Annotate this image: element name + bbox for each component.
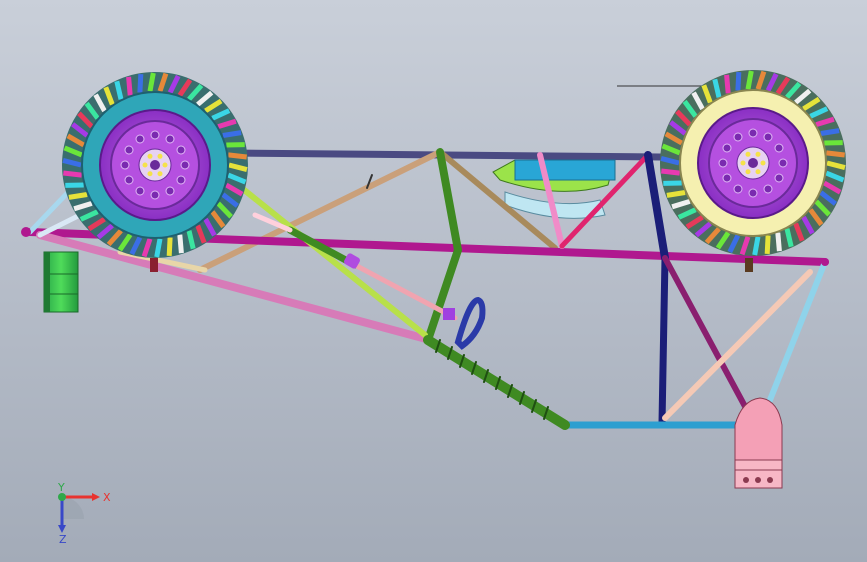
navy-lower-post[interactable] (658, 254, 669, 427)
lug-nut (740, 160, 746, 166)
rim-hole (120, 160, 130, 170)
front-wheel-icon[interactable] (62, 72, 248, 258)
floor-green-tube[interactable] (423, 335, 570, 430)
rim-hole (722, 173, 732, 183)
rear-node (821, 258, 829, 266)
tire-tread-block (222, 130, 242, 138)
rim-hole (722, 143, 732, 153)
rim-hole (763, 184, 773, 194)
tire-tread-block (147, 72, 156, 92)
lug-nut (147, 171, 153, 177)
rim-hole (778, 158, 788, 168)
rim-hole (135, 134, 145, 144)
rim-hole (718, 158, 728, 168)
lug-nut (745, 151, 751, 157)
rim-hole (733, 132, 743, 142)
tire-tread-block (126, 76, 133, 96)
lug-nut (157, 171, 163, 177)
tire-tread-block (228, 152, 247, 160)
lug-nut (147, 153, 153, 159)
lug-nut (760, 160, 766, 166)
y-axis-label: Y (57, 481, 65, 494)
tire-tread-block (166, 237, 173, 257)
tire-tread-block (666, 190, 686, 198)
lug-nut (142, 162, 148, 168)
rim-hole (774, 173, 784, 183)
rim-hole (774, 143, 784, 153)
rim-hole (180, 160, 190, 170)
rear-wheel-icon[interactable] (660, 70, 846, 256)
tire-tread-block (63, 170, 82, 178)
rim-hole (176, 175, 186, 185)
rim-hole (165, 186, 175, 196)
lug-nut (745, 169, 751, 175)
lug-nut (755, 169, 761, 175)
lug-nut (162, 162, 168, 168)
lug-nut (755, 151, 761, 157)
rim-hole (124, 145, 134, 155)
tire-tread-block (820, 128, 840, 136)
x-axis-label: X (103, 491, 111, 504)
tire-tread-block (177, 234, 184, 254)
rim-hole (733, 184, 743, 194)
rim-hole (763, 132, 773, 142)
rim-hole (124, 175, 134, 185)
z-axis-label: Z (59, 533, 67, 546)
rim-hole (165, 134, 175, 144)
steering-wheel-icon[interactable] (454, 296, 486, 350)
bracket-icon (734, 397, 783, 489)
tire-tread-block (764, 235, 771, 255)
rim-hole (748, 128, 758, 138)
lug-nut (157, 153, 163, 159)
tire-tread-block (752, 236, 761, 256)
rim-hole (150, 190, 160, 200)
cad-model-view[interactable]: X Y Z (0, 0, 867, 562)
rim-hole (135, 186, 145, 196)
tire-tread-block (661, 168, 680, 176)
green-lower-post[interactable] (424, 246, 462, 344)
rim-hole (748, 188, 758, 198)
tire-tread-block (68, 192, 88, 200)
tire-tread-block (137, 73, 144, 93)
rim-hole (176, 145, 186, 155)
purple-tab (443, 308, 455, 320)
tire-tread-block (154, 238, 163, 258)
left-bolt (150, 258, 158, 272)
green-cylinder-icon (43, 251, 79, 313)
right-bolt (745, 258, 753, 272)
tire-tread-block (745, 70, 754, 90)
tire-tread-block (724, 74, 731, 94)
cad-viewport[interactable]: X Y Z (0, 0, 867, 562)
tire-tread-block (775, 232, 782, 252)
view-triad: X Y Z (57, 481, 111, 546)
tire-tread-block (826, 150, 845, 158)
seat-back (514, 159, 616, 181)
rim-hole (150, 130, 160, 140)
front-node (21, 227, 31, 237)
tire-tread-block (735, 71, 742, 91)
